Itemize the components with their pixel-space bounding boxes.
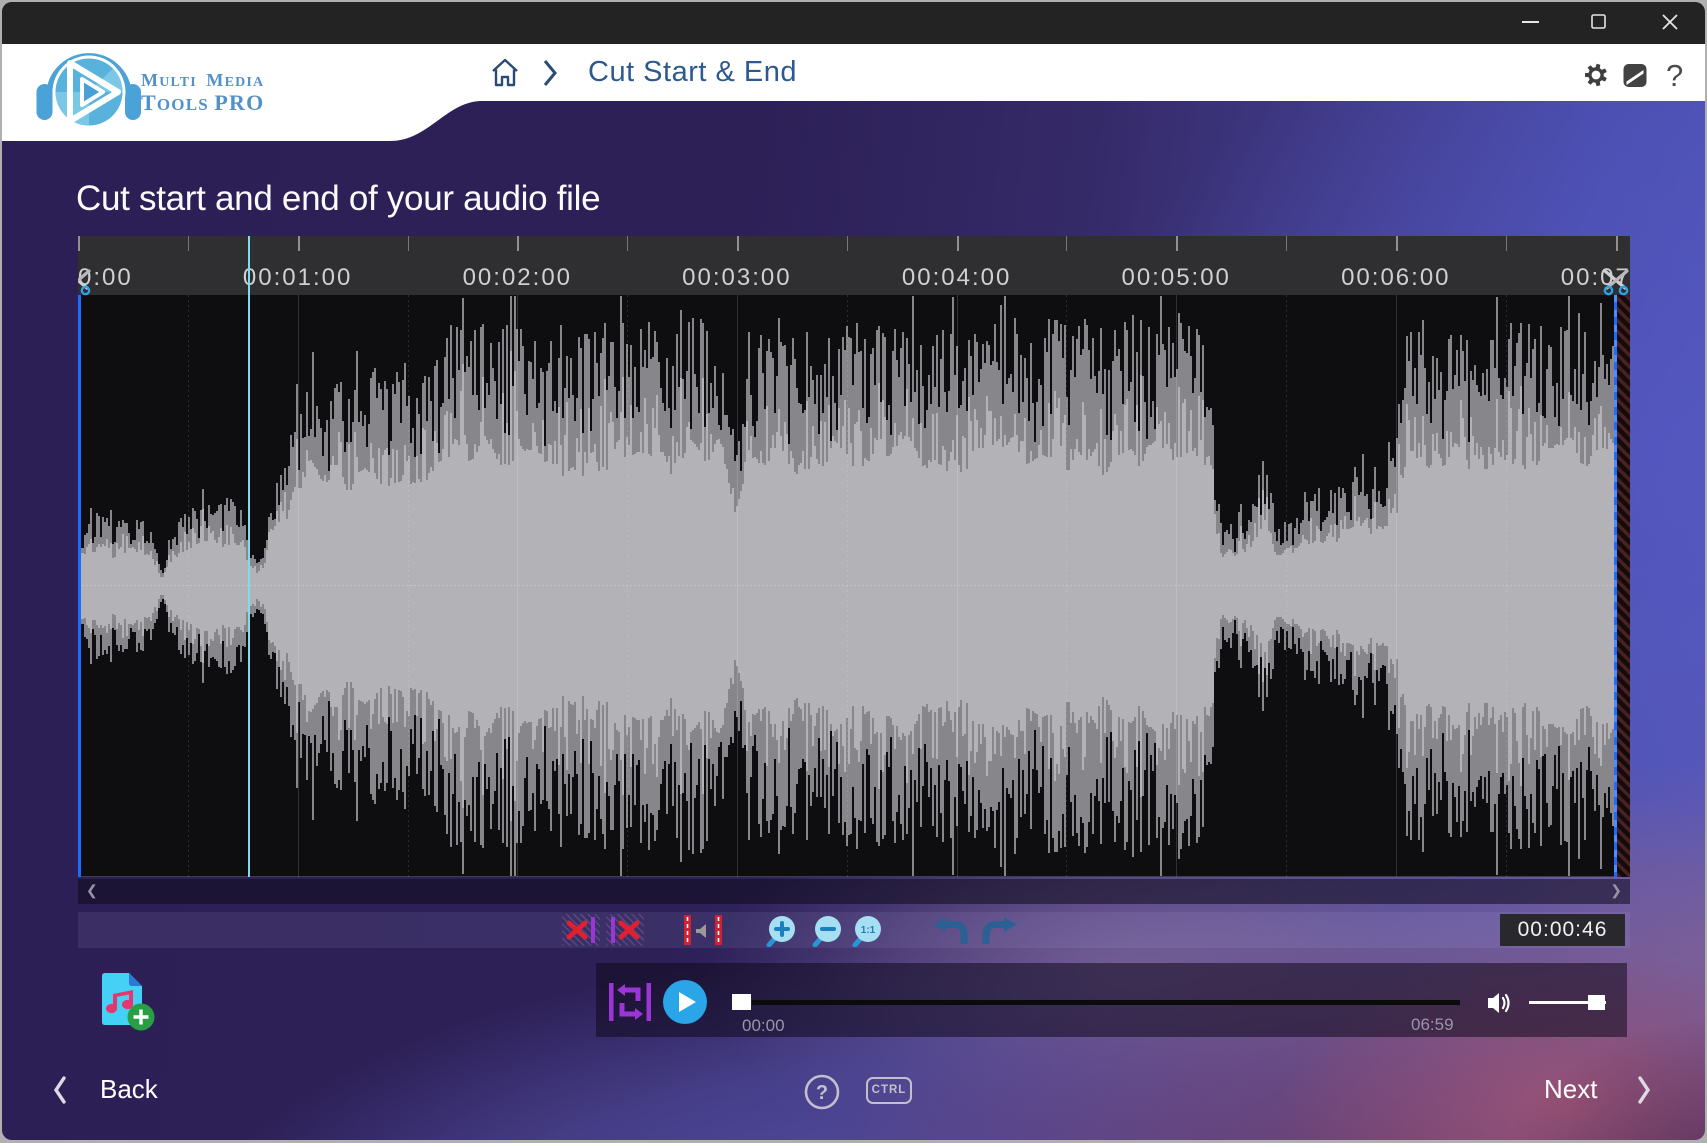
svg-text:?: ? — [816, 1082, 828, 1104]
svg-text:1:1: 1:1 — [861, 925, 876, 936]
svg-text:?: ? — [1666, 58, 1683, 93]
